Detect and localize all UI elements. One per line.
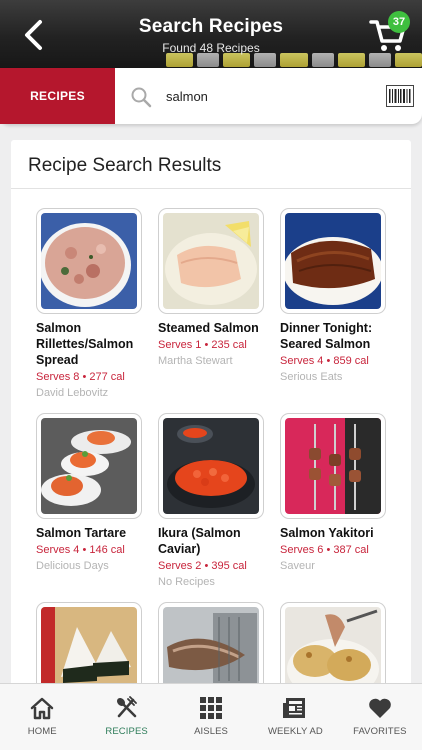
result-count: Found 48 Recipes [162, 41, 260, 55]
recipe-card[interactable]: Salmon Rillettes/Salmon Spread Serves 8 … [36, 208, 154, 400]
tab-label: FAVORITES [353, 726, 407, 737]
recipe-name: Ikura (Salmon Caviar) [158, 526, 241, 556]
recipe-thumbnail [158, 413, 264, 519]
results-panel: Recipe Search Results Salmon Rillettes/S… [11, 140, 411, 750]
recipe-card[interactable]: Dinner Tonight: Seared Salmon Serves 4 •… [280, 208, 398, 384]
recipe-name: Steamed Salmon [158, 321, 259, 335]
heart-icon [369, 698, 391, 718]
recipe-card[interactable]: Salmon Tartare Serves 4 • 146 cal Delici… [36, 413, 154, 573]
recipe-source: Saveur [280, 560, 315, 572]
tab-label: RECIPES [105, 726, 148, 737]
home-icon [30, 697, 54, 720]
recipe-card[interactable]: Ikura (Salmon Caviar) Serves 2 • 395 cal… [158, 413, 276, 589]
recipe-serves: Serves 8 • 277 cal [36, 371, 125, 383]
recipe-card[interactable]: Steamed Salmon Serves 1 • 235 cal Martha… [158, 208, 276, 368]
recipe-card[interactable]: Salmon Yakitori Serves 6 • 387 cal Saveu… [280, 413, 398, 573]
bottom-tab-bar: HOME RECIPES AISLES WEEKLY AD FAVORITES [0, 683, 422, 750]
recipe-name: Salmon Yakitori [280, 526, 374, 540]
tab-weekly-ad[interactable]: WEEKLY AD [253, 684, 337, 750]
recipe-serves: Serves 6 • 387 cal [280, 544, 369, 556]
tab-label: WEEKLY AD [267, 726, 323, 737]
fork-knife-icon [116, 696, 137, 718]
recipe-serves: Serves 2 • 395 cal [158, 560, 247, 572]
newspaper-icon [283, 698, 306, 718]
grid-icon [200, 697, 223, 719]
recipe-thumbnail [158, 208, 264, 314]
tab-home[interactable]: HOME [0, 684, 84, 750]
divider [11, 188, 411, 189]
recipe-source: David Lebovitz [36, 387, 109, 399]
recipe-thumbnail [280, 413, 386, 519]
cart-count-badge: 37 [388, 11, 410, 33]
header-title-group: Search Recipes Found 48 Recipes [0, 16, 422, 55]
search-bar: RECIPES [0, 68, 422, 124]
recipe-name: Salmon Rillettes/Salmon Spread [36, 321, 134, 367]
recipe-source: No Recipes [158, 576, 215, 588]
recipe-source: Martha Stewart [158, 355, 233, 367]
recipe-serves: Serves 4 • 859 cal [280, 355, 369, 367]
recipe-source: Serious Eats [280, 371, 343, 383]
header-bar: Search Recipes Found 48 Recipes [0, 0, 422, 68]
recipe-thumbnail [36, 208, 142, 314]
recipe-thumbnail [280, 208, 386, 314]
recipe-name: Salmon Tartare [36, 526, 127, 540]
recipe-thumbnail [36, 413, 142, 519]
recipe-search-screen: Search Recipes Found 48 Recipes 37 RECIP… [0, 0, 422, 750]
search-icon [131, 87, 152, 108]
search-input[interactable] [166, 85, 366, 107]
tab-label: AISLES [194, 726, 228, 737]
tab-aisles[interactable]: AISLES [169, 684, 253, 750]
recipe-name: Dinner Tonight: Seared Salmon [280, 321, 373, 351]
page-title: Search Recipes [138, 16, 284, 37]
results-heading: Recipe Search Results [28, 155, 222, 176]
recipe-source: Delicious Days [36, 560, 109, 572]
recipe-serves: Serves 4 • 146 cal [36, 544, 125, 556]
tab-label: HOME [27, 726, 57, 737]
barcode-icon [386, 85, 414, 107]
barcode-scan-button[interactable] [386, 85, 414, 107]
recipe-serves: Serves 1 • 235 cal [158, 339, 247, 351]
search-scope-button[interactable]: RECIPES [0, 68, 115, 124]
tab-recipes[interactable]: RECIPES [84, 684, 168, 750]
tab-favorites[interactable]: FAVORITES [338, 684, 422, 750]
